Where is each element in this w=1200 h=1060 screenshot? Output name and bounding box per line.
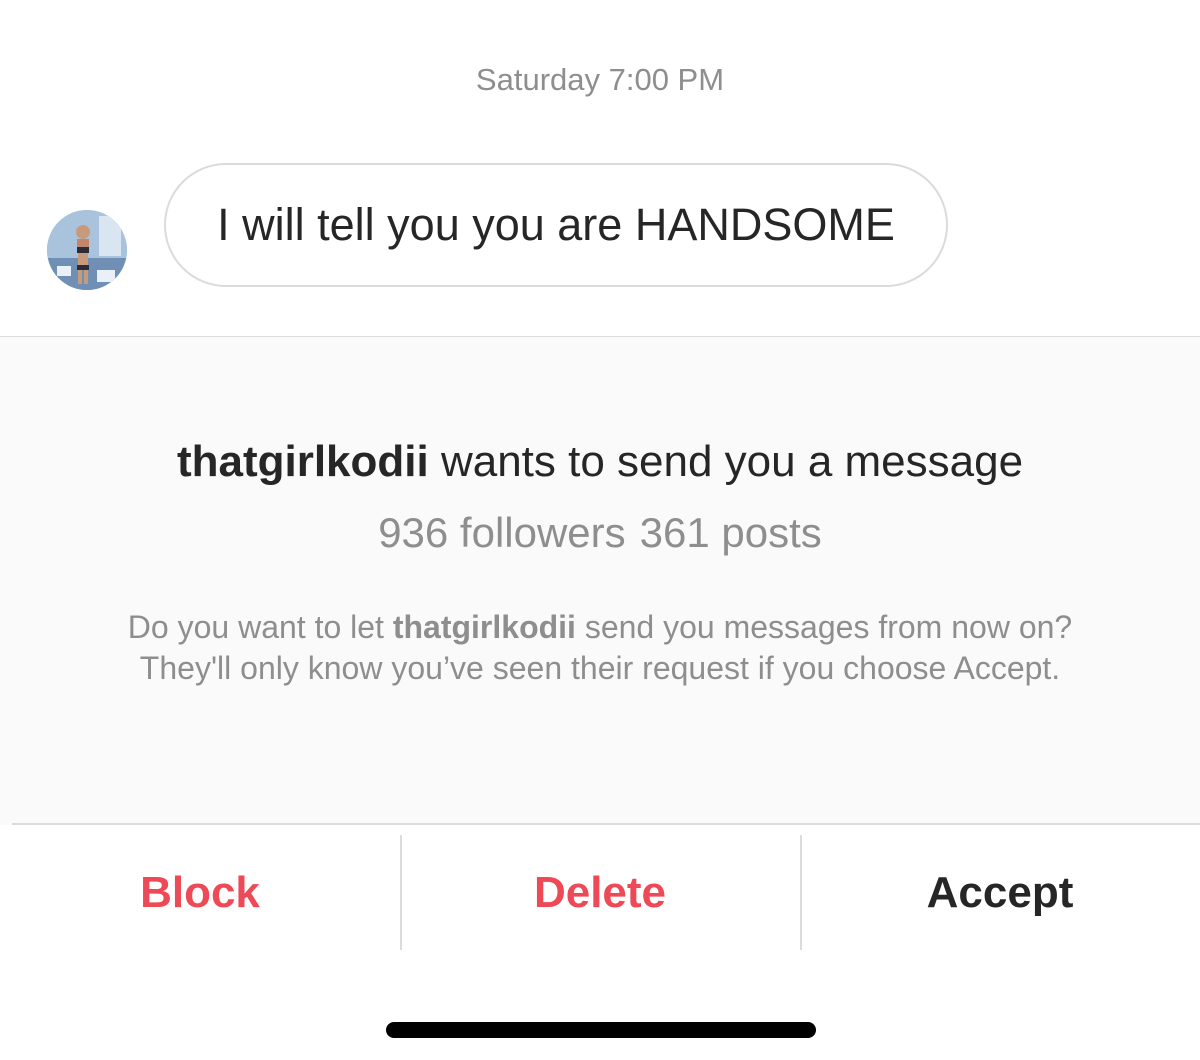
request-title: thatgirlkodii wants to send you a messag… xyxy=(0,437,1200,487)
delete-button[interactable]: Delete xyxy=(400,825,800,960)
message-request-panel: thatgirlkodii wants to send you a messag… xyxy=(0,336,1200,825)
posts-count: 361 posts xyxy=(639,509,822,556)
message-timestamp: Saturday 7:00 PM xyxy=(475,62,725,97)
request-username[interactable]: thatgirlkodii xyxy=(177,437,429,486)
sender-avatar[interactable] xyxy=(47,210,127,290)
message-request-screen: Saturday 7:00 PM I will tell you you are… xyxy=(0,0,1200,1060)
request-stats: 936 followers 361 posts xyxy=(0,509,1200,557)
request-actions: Block Delete Accept xyxy=(0,825,1200,960)
request-body-prefix: Do you want to let xyxy=(127,609,393,645)
request-description: Do you want to let thatgirlkodii send yo… xyxy=(90,607,1110,689)
followers-count: 936 followers xyxy=(378,509,626,556)
request-body-username: thatgirlkodii xyxy=(392,609,576,645)
message-bubble[interactable]: I will tell you you are HANDSOME xyxy=(164,163,948,287)
accept-button[interactable]: Accept xyxy=(800,825,1200,960)
request-title-text: wants to send you a message xyxy=(428,437,1024,486)
home-indicator-bar[interactable] xyxy=(386,1022,816,1038)
block-button[interactable]: Block xyxy=(0,825,400,960)
profile-photo-icon xyxy=(47,210,127,290)
